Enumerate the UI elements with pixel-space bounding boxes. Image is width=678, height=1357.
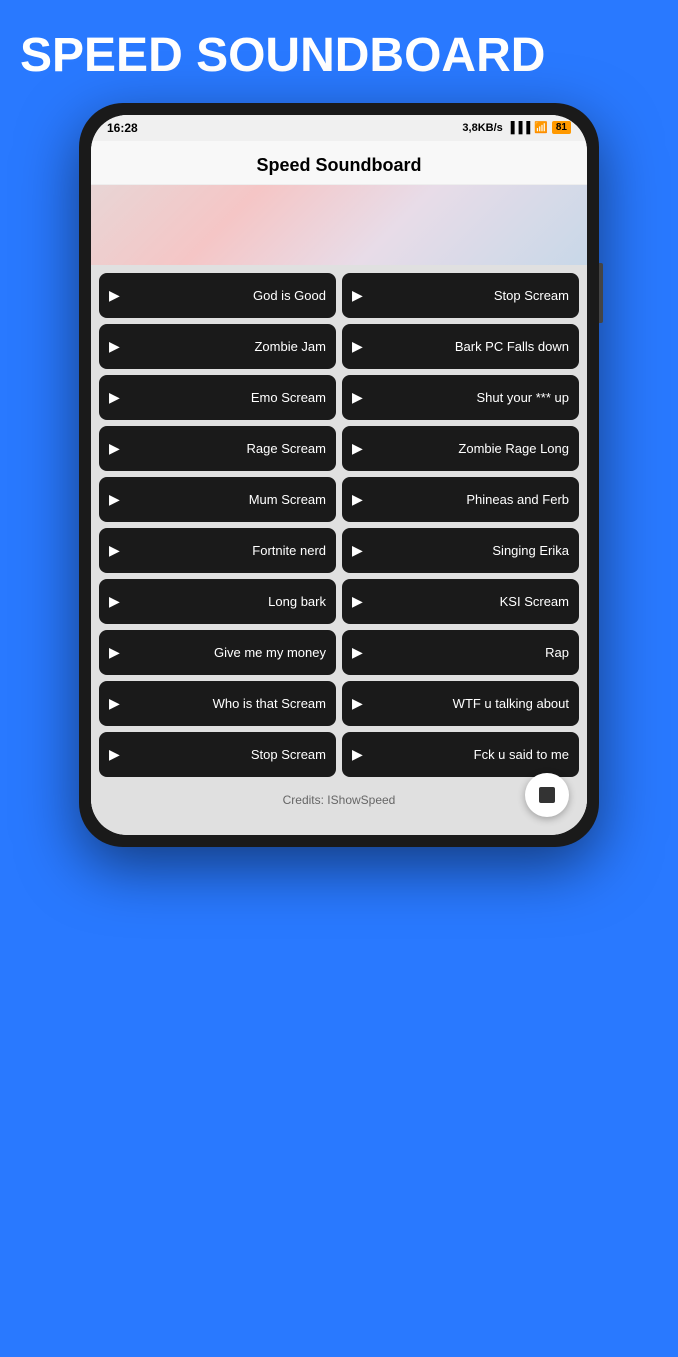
sound-button-fortnite-nerd[interactable]: ▶ Fortnite nerd — [99, 528, 336, 573]
sound-button-phineas-ferb[interactable]: ▶ Phineas and Ferb — [342, 477, 579, 522]
sound-label-shut-up: Shut your *** up — [371, 390, 569, 405]
sound-label-rap: Rap — [371, 645, 569, 660]
sound-button-rap[interactable]: ▶ Rap — [342, 630, 579, 675]
side-button — [599, 263, 603, 323]
sound-button-long-bark[interactable]: ▶ Long bark — [99, 579, 336, 624]
signal-icon: ▐▐▐ — [507, 122, 530, 134]
play-icon: ▶ — [352, 746, 363, 763]
sound-button-zombie-rage-long[interactable]: ▶ Zombie Rage Long — [342, 426, 579, 471]
sound-label-rage-scream: Rage Scream — [128, 441, 326, 456]
sound-label-bark-pc-falls: Bark PC Falls down — [371, 339, 569, 354]
sound-label-mum-scream: Mum Scream — [128, 492, 326, 507]
sound-button-rage-scream[interactable]: ▶ Rage Scream — [99, 426, 336, 471]
play-icon: ▶ — [109, 695, 120, 712]
sound-label-wtf-talking: WTF u talking about — [371, 696, 569, 711]
sound-label-fck-u-said: Fck u said to me — [371, 747, 569, 762]
page-title: SPEED SOUNDBOARD — [0, 0, 565, 103]
network-speed: 3,8KB/s — [462, 122, 502, 134]
sound-button-give-me-money[interactable]: ▶ Give me my money — [99, 630, 336, 675]
app-title: Speed Soundboard — [256, 155, 421, 175]
play-icon: ▶ — [109, 542, 120, 559]
sound-button-wtf-talking[interactable]: ▶ WTF u talking about — [342, 681, 579, 726]
sound-button-zombie-jam[interactable]: ▶ Zombie Jam — [99, 324, 336, 369]
sound-button-god-is-good[interactable]: ▶ God is Good — [99, 273, 336, 318]
play-icon: ▶ — [109, 491, 120, 508]
play-icon: ▶ — [352, 491, 363, 508]
play-icon: ▶ — [352, 644, 363, 661]
sound-grid: ▶ God is Good ▶ Stop Scream ▶ Zombie Jam ▶ Bark… — [91, 265, 587, 785]
sound-label-phineas-ferb: Phineas and Ferb — [371, 492, 569, 507]
sound-label-god-is-good: God is Good — [128, 288, 326, 303]
sound-button-stop-scream-1[interactable]: ▶ Stop Scream — [342, 273, 579, 318]
sound-button-bark-pc-falls[interactable]: ▶ Bark PC Falls down — [342, 324, 579, 369]
play-icon: ▶ — [352, 542, 363, 559]
sound-label-long-bark: Long bark — [128, 594, 326, 609]
play-icon: ▶ — [109, 287, 120, 304]
stop-icon — [539, 787, 555, 803]
play-icon: ▶ — [109, 440, 120, 457]
hero-image — [91, 185, 587, 265]
sound-button-fck-u-said[interactable]: ▶ Fck u said to me — [342, 732, 579, 777]
sound-button-shut-up[interactable]: ▶ Shut your *** up — [342, 375, 579, 420]
sound-label-stop-scream-1: Stop Scream — [371, 288, 569, 303]
play-icon: ▶ — [352, 389, 363, 406]
credits: Credits: IShowSpeed — [91, 785, 587, 815]
sound-button-mum-scream[interactable]: ▶ Mum Scream — [99, 477, 336, 522]
sound-button-singing-erika[interactable]: ▶ Singing Erika — [342, 528, 579, 573]
play-icon: ▶ — [109, 593, 120, 610]
sound-label-singing-erika: Singing Erika — [371, 543, 569, 558]
status-right: 3,8KB/s ▐▐▐ 📶 81 — [462, 121, 571, 134]
play-icon: ▶ — [109, 746, 120, 763]
sound-label-zombie-rage-long: Zombie Rage Long — [371, 441, 569, 456]
play-icon: ▶ — [109, 644, 120, 661]
play-icon: ▶ — [352, 338, 363, 355]
sound-label-emo-scream: Emo Scream — [128, 390, 326, 405]
sound-label-give-me-money: Give me my money — [128, 645, 326, 660]
sound-button-who-is-that-scream[interactable]: ▶ Who is that Scream — [99, 681, 336, 726]
phone-mockup: 16:28 3,8KB/s ▐▐▐ 📶 81 Speed Soundboard … — [79, 103, 599, 847]
play-icon: ▶ — [109, 389, 120, 406]
stop-fab-button[interactable] — [525, 773, 569, 817]
sound-label-stop-scream-2: Stop Scream — [128, 747, 326, 762]
sound-label-who-is-that-scream: Who is that Scream — [128, 696, 326, 711]
app-header: Speed Soundboard — [91, 141, 587, 185]
sound-button-emo-scream[interactable]: ▶ Emo Scream — [99, 375, 336, 420]
sound-label-ksi-scream: KSI Scream — [371, 594, 569, 609]
play-icon: ▶ — [109, 338, 120, 355]
play-icon: ▶ — [352, 593, 363, 610]
play-icon: ▶ — [352, 695, 363, 712]
status-bar: 16:28 3,8KB/s ▐▐▐ 📶 81 — [91, 115, 587, 141]
sound-button-stop-scream-2[interactable]: ▶ Stop Scream — [99, 732, 336, 777]
sound-label-zombie-jam: Zombie Jam — [128, 339, 326, 354]
battery-indicator: 81 — [552, 121, 571, 134]
phone-screen: 16:28 3,8KB/s ▐▐▐ 📶 81 Speed Soundboard … — [91, 115, 587, 835]
sound-label-fortnite-nerd: Fortnite nerd — [128, 543, 326, 558]
wifi-icon: 📶 — [534, 121, 548, 134]
sound-button-ksi-scream[interactable]: ▶ KSI Scream — [342, 579, 579, 624]
play-icon: ▶ — [352, 440, 363, 457]
play-icon: ▶ — [352, 287, 363, 304]
status-time: 16:28 — [107, 121, 138, 135]
